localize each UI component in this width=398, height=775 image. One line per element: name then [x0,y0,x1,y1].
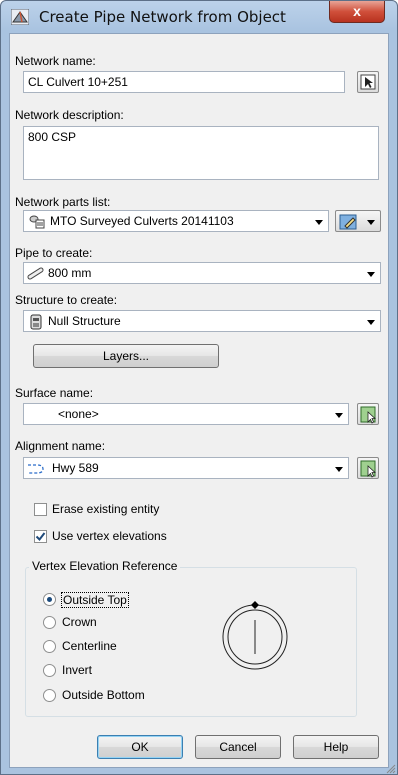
radio-centerline[interactable] [43,640,56,653]
radio-label-centerline: Centerline [62,639,117,653]
surface-label: Surface name: [15,386,94,400]
vertex-reference-title: Vertex Elevation Reference [29,559,181,573]
pipe-label: Pipe to create: [15,246,93,260]
chevron-down-icon [335,413,343,418]
pick-object-icon [358,74,378,95]
pipe-cross-section-icon [222,601,288,670]
network-name-input[interactable]: CL Culvert 10+251 [23,71,345,93]
chevron-down-icon [367,220,375,225]
erase-existing-checkbox[interactable] [34,503,47,516]
radio-label-outside-top: Outside Top [61,592,129,608]
help-button[interactable]: Help [293,735,379,759]
ok-button[interactable]: OK [97,735,183,759]
parts-list-select[interactable]: MTO Surveyed Culverts 20141103 [23,210,329,232]
layers-button[interactable]: Layers... [33,344,219,368]
pipe-value: 800 mm [48,266,92,280]
network-name-label: Network name: [15,54,96,68]
radio-crown[interactable] [43,616,56,629]
chevron-down-icon [335,467,343,472]
erase-existing-label: Erase existing entity [52,502,160,516]
alignment-icon [27,462,47,479]
parts-list-icon [29,214,45,232]
surface-value: <none> [58,407,99,421]
parts-list-label: Network parts list: [15,195,111,209]
structure-select[interactable]: Null Structure [23,310,381,332]
select-from-drawing-icon [359,405,379,428]
alignment-label: Alignment name: [15,439,106,453]
radio-label-crown: Crown [62,615,97,629]
network-description-input[interactable]: 800 CSP [23,126,379,180]
use-vertex-elevations-label: Use vertex elevations [52,529,167,543]
app-icon [10,8,30,26]
structure-icon [29,314,43,333]
chevron-down-icon [367,272,375,277]
chevron-down-icon [367,320,375,325]
title-bar[interactable]: Create Pipe Network from Object x [1,1,397,33]
checkmark-icon [35,532,46,542]
radio-label-outside-bottom: Outside Bottom [62,688,145,702]
close-icon: x [353,3,361,19]
structure-label: Structure to create: [15,293,118,307]
radio-outside-bottom[interactable] [43,689,56,702]
radio-outside-top[interactable] [43,593,56,606]
surface-select[interactable]: <none> [23,403,349,425]
radio-label-invert: Invert [62,663,93,677]
network-description-label: Network description: [15,108,124,122]
select-alignment-button[interactable] [357,457,379,479]
structure-value: Null Structure [48,314,121,328]
use-vertex-elevations-checkbox[interactable] [34,530,47,543]
alignment-value: Hwy 589 [52,461,99,475]
radio-invert[interactable] [43,664,56,677]
pick-object-button[interactable] [357,71,379,93]
pipe-icon [27,267,47,284]
pipe-select[interactable]: 800 mm [23,262,381,284]
close-button[interactable]: x [329,1,385,23]
parts-list-value: MTO Surveyed Culverts 20141103 [50,214,234,228]
alignment-select[interactable]: Hwy 589 [23,457,349,479]
cancel-button[interactable]: Cancel [195,735,281,759]
chevron-down-icon [315,220,323,225]
select-from-drawing-icon [359,459,379,482]
dialog-window: Create Pipe Network from Object x Networ… [0,0,398,775]
edit-parts-list-icon [339,213,361,234]
window-title: Create Pipe Network from Object [39,8,286,26]
resize-grip-icon[interactable] [385,763,396,774]
select-surface-button[interactable] [357,403,379,425]
edit-parts-list-button[interactable] [335,210,381,232]
